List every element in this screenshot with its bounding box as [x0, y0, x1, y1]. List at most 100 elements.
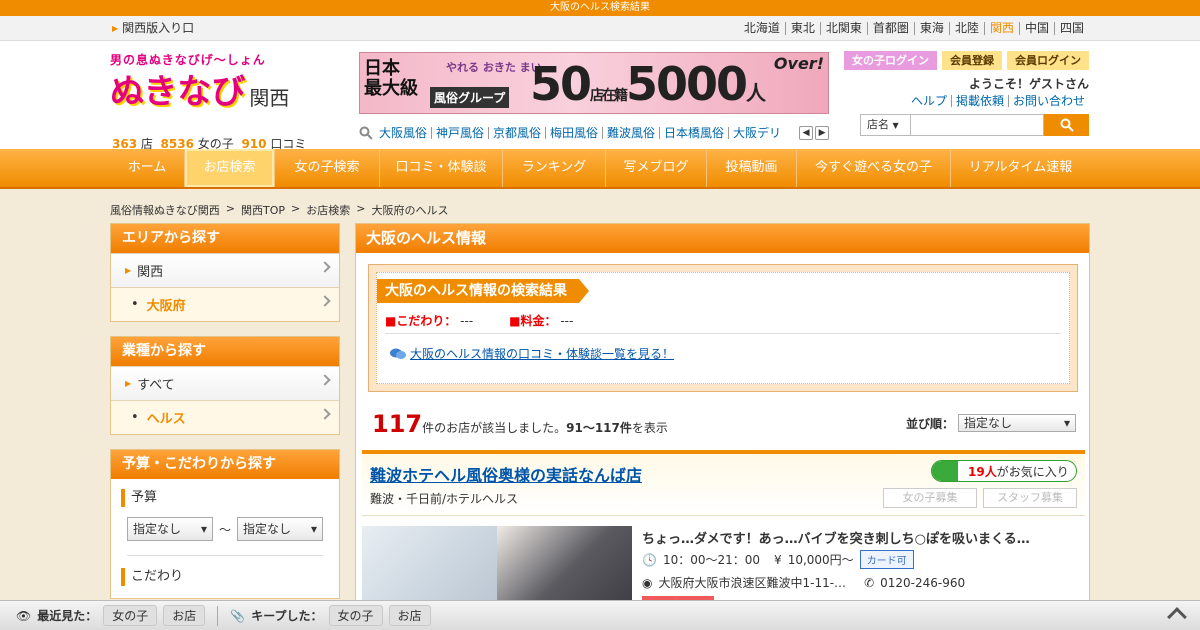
recent-girl-button[interactable]: 女の子 [103, 605, 158, 626]
breadcrumb: 風俗情報ぬきなび関西 > 関西TOP > お店検索 > 大阪府のヘルス [110, 202, 448, 218]
favorite-button[interactable]: 19人 がお気に入り [931, 460, 1077, 482]
banner-group: 風俗グループ [430, 87, 510, 108]
area-filter-box: エリアから探す ▶ 関西 • 大阪府 [110, 223, 340, 322]
recent-shop-button[interactable]: お店 [163, 605, 206, 626]
shop-search-form: 店名 ▼ [860, 114, 1089, 136]
banner-brand: やれる おきた まい [446, 61, 542, 74]
genre-parent-item[interactable]: ▶ すべて [111, 366, 339, 400]
region-link[interactable]: 東北 [784, 22, 820, 35]
popular-search-link[interactable]: 神戸風俗 [430, 127, 488, 139]
recently-viewed-label: 最近見た： [37, 609, 98, 623]
area-parent-label: 関西 [137, 265, 164, 280]
clock-icon: 🕓 [642, 552, 657, 567]
nav-girl-search[interactable]: 女の子検索 [275, 149, 380, 187]
search-icon [359, 126, 373, 140]
banner-shops-num: 50 [530, 57, 592, 111]
nav-available-now[interactable]: 今すぐ遊べる女の子 [797, 149, 951, 187]
banner-line2: 最大級 [364, 78, 418, 99]
sort-label: 並び順： [905, 416, 954, 431]
logo-mark: ぬきなび 関西 [110, 72, 330, 112]
region-link[interactable]: 首都圏 [866, 22, 914, 35]
area-child-item[interactable]: • 大阪府 [111, 287, 339, 321]
divider [217, 605, 219, 626]
staff-recruit-button[interactable]: スタッフ募集 [983, 488, 1077, 508]
search-icon [1060, 118, 1074, 132]
kept-shop-button[interactable]: お店 [388, 605, 431, 626]
recruit-buttons: 女の子募集 スタッフ募集 [883, 488, 1077, 508]
budget-min-select[interactable]: 指定なし [127, 517, 213, 541]
nav-reviews[interactable]: 口コミ・体験談 [380, 149, 503, 187]
budget-min-value: 指定なし [133, 522, 182, 536]
search-conditions: ■こだわり： --- ■料金： --- [385, 312, 573, 329]
popular-search-link[interactable]: 大阪デリ [728, 127, 785, 139]
breadcrumb-item[interactable]: 風俗情報ぬきなび関西 [110, 202, 220, 218]
popular-search-link[interactable]: 大阪風俗 [379, 127, 431, 139]
banner-shops-unit: 店 [590, 88, 604, 104]
triangle-icon: ▶ [125, 379, 132, 388]
nav-home[interactable]: ホーム [110, 149, 185, 187]
site-header: 男の息ぬきなびげ〜しょん ぬきなび 関西 363 店 8536 女の子 910 … [0, 41, 1200, 151]
chevron-right-icon[interactable]: ▶ [815, 126, 830, 140]
listing-request-link[interactable]: 掲載依頼 [950, 95, 1008, 107]
popular-search-link[interactable]: 日本橋風俗 [659, 127, 728, 139]
result-count-text: 件のお店が該当しました。 [422, 421, 567, 435]
register-button[interactable]: 会員登録 [942, 51, 1002, 70]
chat-bubble-icon [390, 348, 406, 359]
region-link[interactable]: 中国 [1018, 22, 1054, 35]
region-link[interactable]: 北陸 [948, 22, 984, 35]
banner-line1: 日本 [364, 58, 400, 79]
chevron-left-icon[interactable]: ◀ [799, 126, 814, 140]
review-list-link[interactable]: 大阪のヘルス情報の口コミ・体験談一覧を見る！ [389, 345, 674, 362]
search-input[interactable] [910, 114, 1044, 136]
region-link[interactable]: 東海 [913, 22, 949, 35]
help-link[interactable]: ヘルプ [907, 95, 951, 107]
nav-realtime[interactable]: リアルタイム速報 [951, 149, 1090, 187]
member-login-button[interactable]: 会員ログイン [1007, 51, 1089, 70]
search-type-select[interactable]: 店名 ▼ [860, 114, 910, 136]
result-count-number: 117 [372, 410, 423, 438]
girl-login-button[interactable]: 女の子ログイン [844, 51, 937, 70]
sort-select[interactable]: 指定なし [958, 414, 1076, 432]
genre-child-item[interactable]: • ヘルス [111, 400, 339, 434]
chevron-right-icon [319, 374, 331, 386]
region-link-active[interactable]: 関西 [983, 22, 1019, 35]
shop-name-link[interactable]: 難波ホテヘル風俗奥様の実話なんば店 [370, 466, 642, 485]
popular-search-link[interactable]: 梅田風俗 [544, 127, 602, 139]
region-link[interactable]: 北関東 [819, 22, 867, 35]
logo-tagline: 男の息ぬきなびげ〜しょん [110, 53, 266, 67]
shop-price: 10,000円～ [787, 553, 854, 567]
region-entry-link[interactable]: 関西版入り口 [112, 16, 194, 41]
breadcrumb-item[interactable]: お店検索 [306, 202, 350, 218]
contact-link[interactable]: お問い合わせ [1007, 95, 1089, 107]
popular-search-link[interactable]: 難波風俗 [602, 127, 659, 139]
breadcrumb-item[interactable]: 関西TOP [241, 202, 285, 218]
nav-videos[interactable]: 投稿動画 [707, 149, 797, 187]
chevron-up-icon[interactable] [1167, 607, 1187, 627]
kept-girl-button[interactable]: 女の子 [328, 605, 383, 626]
login-buttons: 女の子ログイン 会員登録 会員ログイン [844, 51, 1089, 70]
shop-card: 難波ホテヘル風俗奥様の実話なんば店 難波・千日前/ホテルヘルス 19人 がお気に入… [362, 450, 1085, 624]
breadcrumb-separator: > [291, 202, 301, 215]
shop-info: 🕓 10：00～21：00 ¥10,000円～ カード可 [642, 550, 914, 569]
area-parent-item[interactable]: ▶ 関西 [111, 253, 339, 287]
budget-filter-box: 予算・こだわりから探す 予算 指定なし 〜 指定なし こだわり [110, 449, 340, 599]
nav-photo-blog[interactable]: 写メブログ [606, 149, 707, 187]
site-logo[interactable]: 男の息ぬきなびげ〜しょん ぬきなび 関西 [110, 51, 330, 112]
eye-icon: 👁 [16, 608, 32, 623]
popular-search-link[interactable]: 京都風俗 [487, 127, 545, 139]
ad-banner[interactable]: 日本 最大級 やれる おきた まい 風俗グループ 50店在籍5000人 Over! [359, 52, 829, 114]
girl-recruit-button[interactable]: 女の子募集 [883, 488, 977, 508]
region-link[interactable]: 北海道 [739, 22, 785, 35]
search-button[interactable] [1044, 114, 1089, 136]
search-results-title: 大阪のヘルス情報の検索結果 [377, 279, 589, 303]
genre-filter-box: 業種から探す ▶ すべて • ヘルス [110, 336, 340, 435]
sort-value: 指定なし [964, 416, 1013, 430]
popular-search-links: 大阪風俗 神戸風俗 京都風俗 梅田風俗 難波風俗 日本橋風俗 大阪デリ [379, 127, 797, 139]
budget-max-select[interactable]: 指定なし [237, 517, 323, 541]
region-link[interactable]: 四国 [1053, 22, 1089, 35]
banner-headline: 日本 最大級 [364, 59, 418, 99]
search-type-value: 店名 [867, 118, 889, 131]
shop-phone[interactable]: 0120-246-960 [880, 576, 965, 590]
nav-shop-search[interactable]: お店検索 [185, 149, 275, 187]
nav-ranking[interactable]: ランキング [503, 149, 606, 187]
